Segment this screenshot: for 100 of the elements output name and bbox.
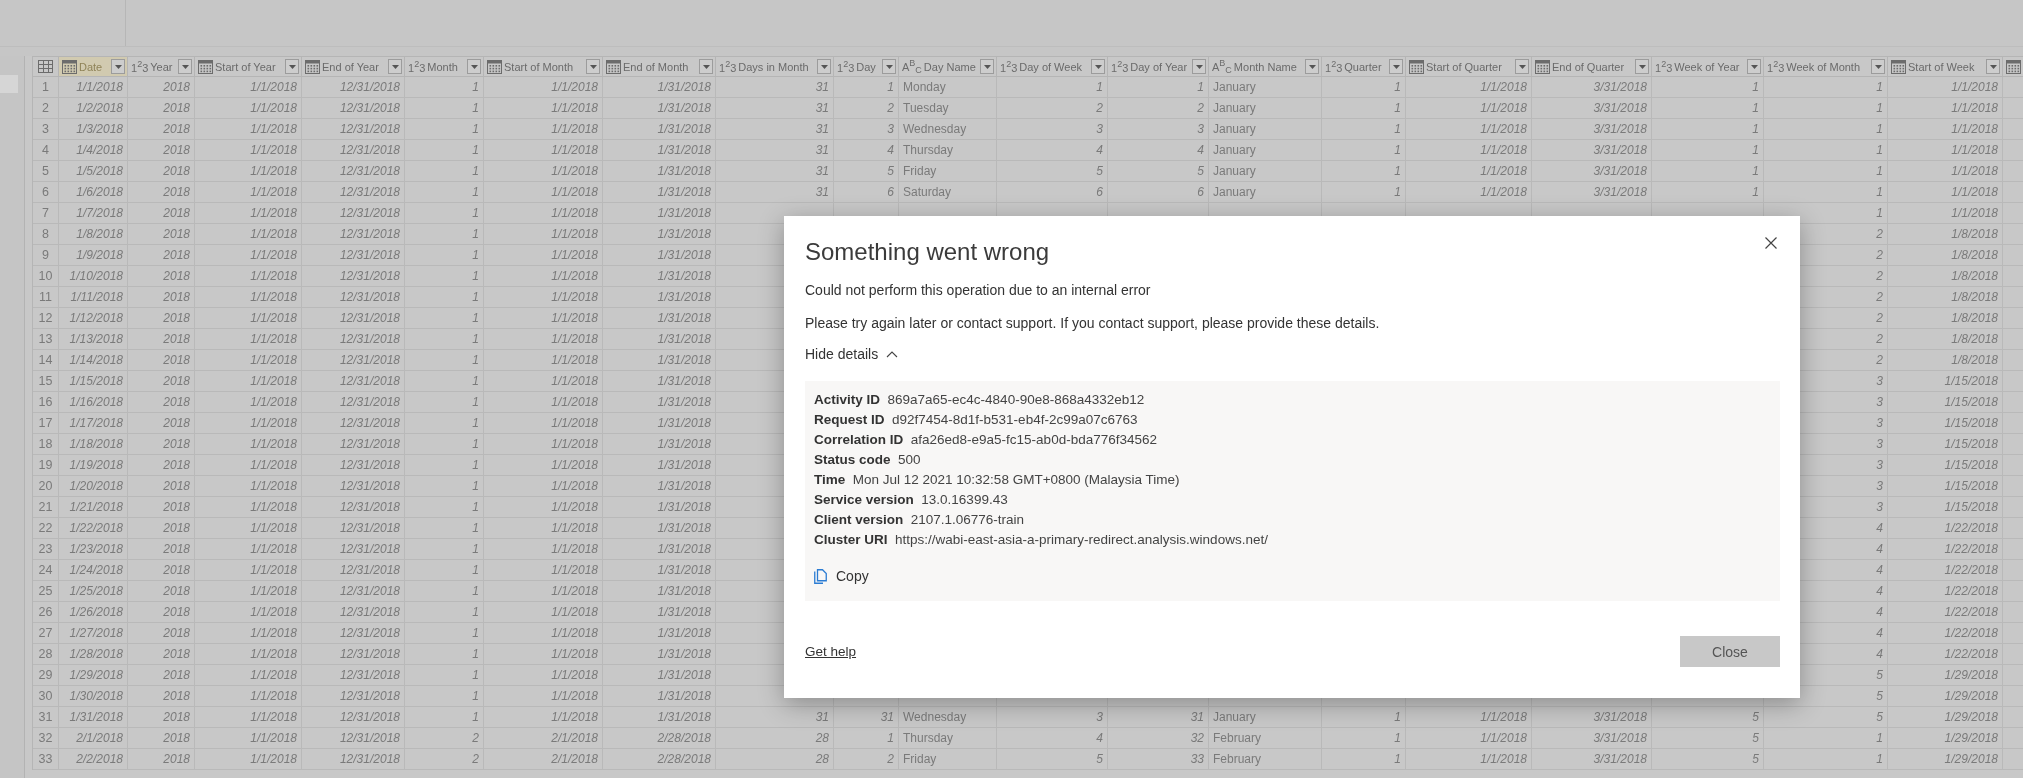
table-cell: 2018 (128, 728, 195, 749)
table-cell: 1/1/2018 (195, 77, 302, 98)
column-header[interactable]: End of Month (603, 56, 716, 77)
table-cell: 12/31/2018 (302, 161, 405, 182)
table-cell: 1 (405, 686, 484, 707)
table-cell: 2018 (128, 98, 195, 119)
table-cell: 1 (1764, 182, 1888, 203)
table-cell: 31 (716, 182, 834, 203)
column-header[interactable]: 1$^{2}$3 Day (834, 56, 899, 77)
table-cell: 1/1/2018 (484, 371, 603, 392)
table-cell: 1/8/2018 (1888, 245, 2003, 266)
dropdown-button[interactable] (1192, 59, 1206, 74)
table-cell: 2018 (128, 287, 195, 308)
column-header[interactable]: 1$^{2}$3 Month (405, 56, 484, 77)
table-cell: 1 (405, 245, 484, 266)
table-cell: 1/31/2018 (603, 371, 716, 392)
column-header[interactable]: A$^{B}$$_{C}$ Month Name (1209, 56, 1322, 77)
table-cell: 1 (1652, 182, 1764, 203)
table-cell: 2018 (128, 434, 195, 455)
table-cell: 1/31/2018 (603, 581, 716, 602)
table-cell: 1/1/2018 (195, 203, 302, 224)
table-cell: 1/1/2018 (484, 455, 603, 476)
help-link[interactable]: Get help (805, 644, 857, 659)
dropdown-button[interactable] (388, 59, 402, 74)
column-header[interactable]: Start of Year (195, 56, 302, 77)
column-header[interactable]: 1$^{2}$3 Day of Week (997, 56, 1108, 77)
table-cell: 1/29/2018 (59, 665, 128, 686)
table-cell: 1/15/2018 (1888, 434, 2003, 455)
column-title: Start of Month (504, 60, 574, 73)
table-cell: 1/1/2018 (1406, 182, 1532, 203)
column-header[interactable]: 1$^{2}$3 Day of Year (1108, 56, 1209, 77)
number-type-label: 1$^{2}$3 (408, 59, 426, 74)
chevron-icon (886, 350, 899, 358)
dropdown-button[interactable] (1635, 59, 1649, 74)
copy-button[interactable]: Copy (814, 566, 869, 586)
column-header[interactable]: Start of Month (484, 56, 603, 77)
dropdown-button[interactable] (817, 59, 831, 74)
table-cell: 1 (405, 560, 484, 581)
column-header[interactable]: A$^{B}$$_{C}$ Day Name (899, 56, 997, 77)
table-cell: 1/22/2018 (1888, 518, 2003, 539)
table-cell: 5 (1108, 161, 1209, 182)
column-header[interactable]: 1$^{2}$3 Quarter (1322, 56, 1406, 77)
table-cell: 1/31/2018 (603, 224, 716, 245)
table-cell: 1/31/2018 (603, 161, 716, 182)
table-cell: 3/31/2018 (1532, 77, 1652, 98)
table-cell: 1/1/2018 (484, 497, 603, 518)
dropdown-button[interactable] (699, 59, 713, 74)
column-title: Start of Quarter (1426, 60, 1502, 73)
table-icon[interactable] (38, 60, 53, 73)
dropdown-button[interactable] (1515, 59, 1529, 74)
dropdown-button[interactable] (586, 59, 600, 74)
dropdown-button[interactable] (467, 59, 481, 74)
table-cell: 1/15/2018 (59, 371, 128, 392)
dropdown-button[interactable] (111, 59, 125, 74)
table-cell: 1/1/2018 (484, 707, 603, 728)
row-number: 27 (33, 623, 59, 644)
column-header[interactable]: 1$^{2}$3 Days in Month (716, 56, 834, 77)
dropdown-button[interactable] (1091, 59, 1105, 74)
column-header[interactable]: Start of Week (1888, 56, 2003, 77)
column-title: End of Year (322, 60, 379, 73)
table-cell: 1 (405, 98, 484, 119)
table-cell: 2018 (128, 623, 195, 644)
table-cell: 12/31/2018 (302, 140, 405, 161)
table-cell: Friday (899, 749, 997, 770)
table-cell: 1/31/2018 (603, 539, 716, 560)
dropdown-button[interactable] (285, 59, 299, 74)
table-cell: 31 (834, 707, 899, 728)
dropdown-button[interactable] (178, 59, 192, 74)
table-cell: 28 (716, 749, 834, 770)
dropdown-button[interactable] (1986, 59, 2000, 74)
dropdown-button[interactable] (1389, 59, 1403, 74)
table-cell: 1/8/2018 (1888, 266, 2003, 287)
table-cell: 1/1/2018 (484, 329, 603, 350)
table-cell: 1/1/2018 (484, 539, 603, 560)
table-cell: 1/1/2018 (195, 623, 302, 644)
dropdown-button[interactable] (1305, 59, 1319, 74)
table-cell: 2018 (128, 581, 195, 602)
dropdown-button[interactable] (1871, 59, 1885, 74)
dropdown-button[interactable] (882, 59, 896, 74)
table-cell: 12/31/2018 (302, 749, 405, 770)
details-toggle[interactable]: Hide details (805, 344, 899, 364)
table-cell: 3 (997, 707, 1108, 728)
column-header[interactable]: 1$^{2}$3 Year (128, 56, 195, 77)
column-header[interactable]: Start of Quarter (1406, 56, 1532, 77)
caret-icon (1392, 64, 1400, 69)
table-cell: 12/31/2018 (302, 518, 405, 539)
column-header[interactable]: End of Year (302, 56, 405, 77)
column-header[interactable]: Date (59, 56, 128, 77)
column-header[interactable]: End of Quarter (1532, 56, 1652, 77)
table-cell: 1/22/2018 (1888, 623, 2003, 644)
dropdown-button[interactable] (1747, 59, 1761, 74)
table-cell: 1/27/2018 (59, 623, 128, 644)
table-cell: 1/19/2018 (59, 455, 128, 476)
table-cell: 1/22/2018 (1888, 560, 2003, 581)
row-number: 22 (33, 518, 59, 539)
column-header[interactable]: 1$^{2}$3 Week of Year (1652, 56, 1764, 77)
close-button[interactable]: Close (1680, 636, 1780, 667)
table-cell: 32 (1108, 728, 1209, 749)
column-header[interactable]: 1$^{2}$3 Week of Month (1764, 56, 1888, 77)
dropdown-button[interactable] (980, 59, 994, 74)
